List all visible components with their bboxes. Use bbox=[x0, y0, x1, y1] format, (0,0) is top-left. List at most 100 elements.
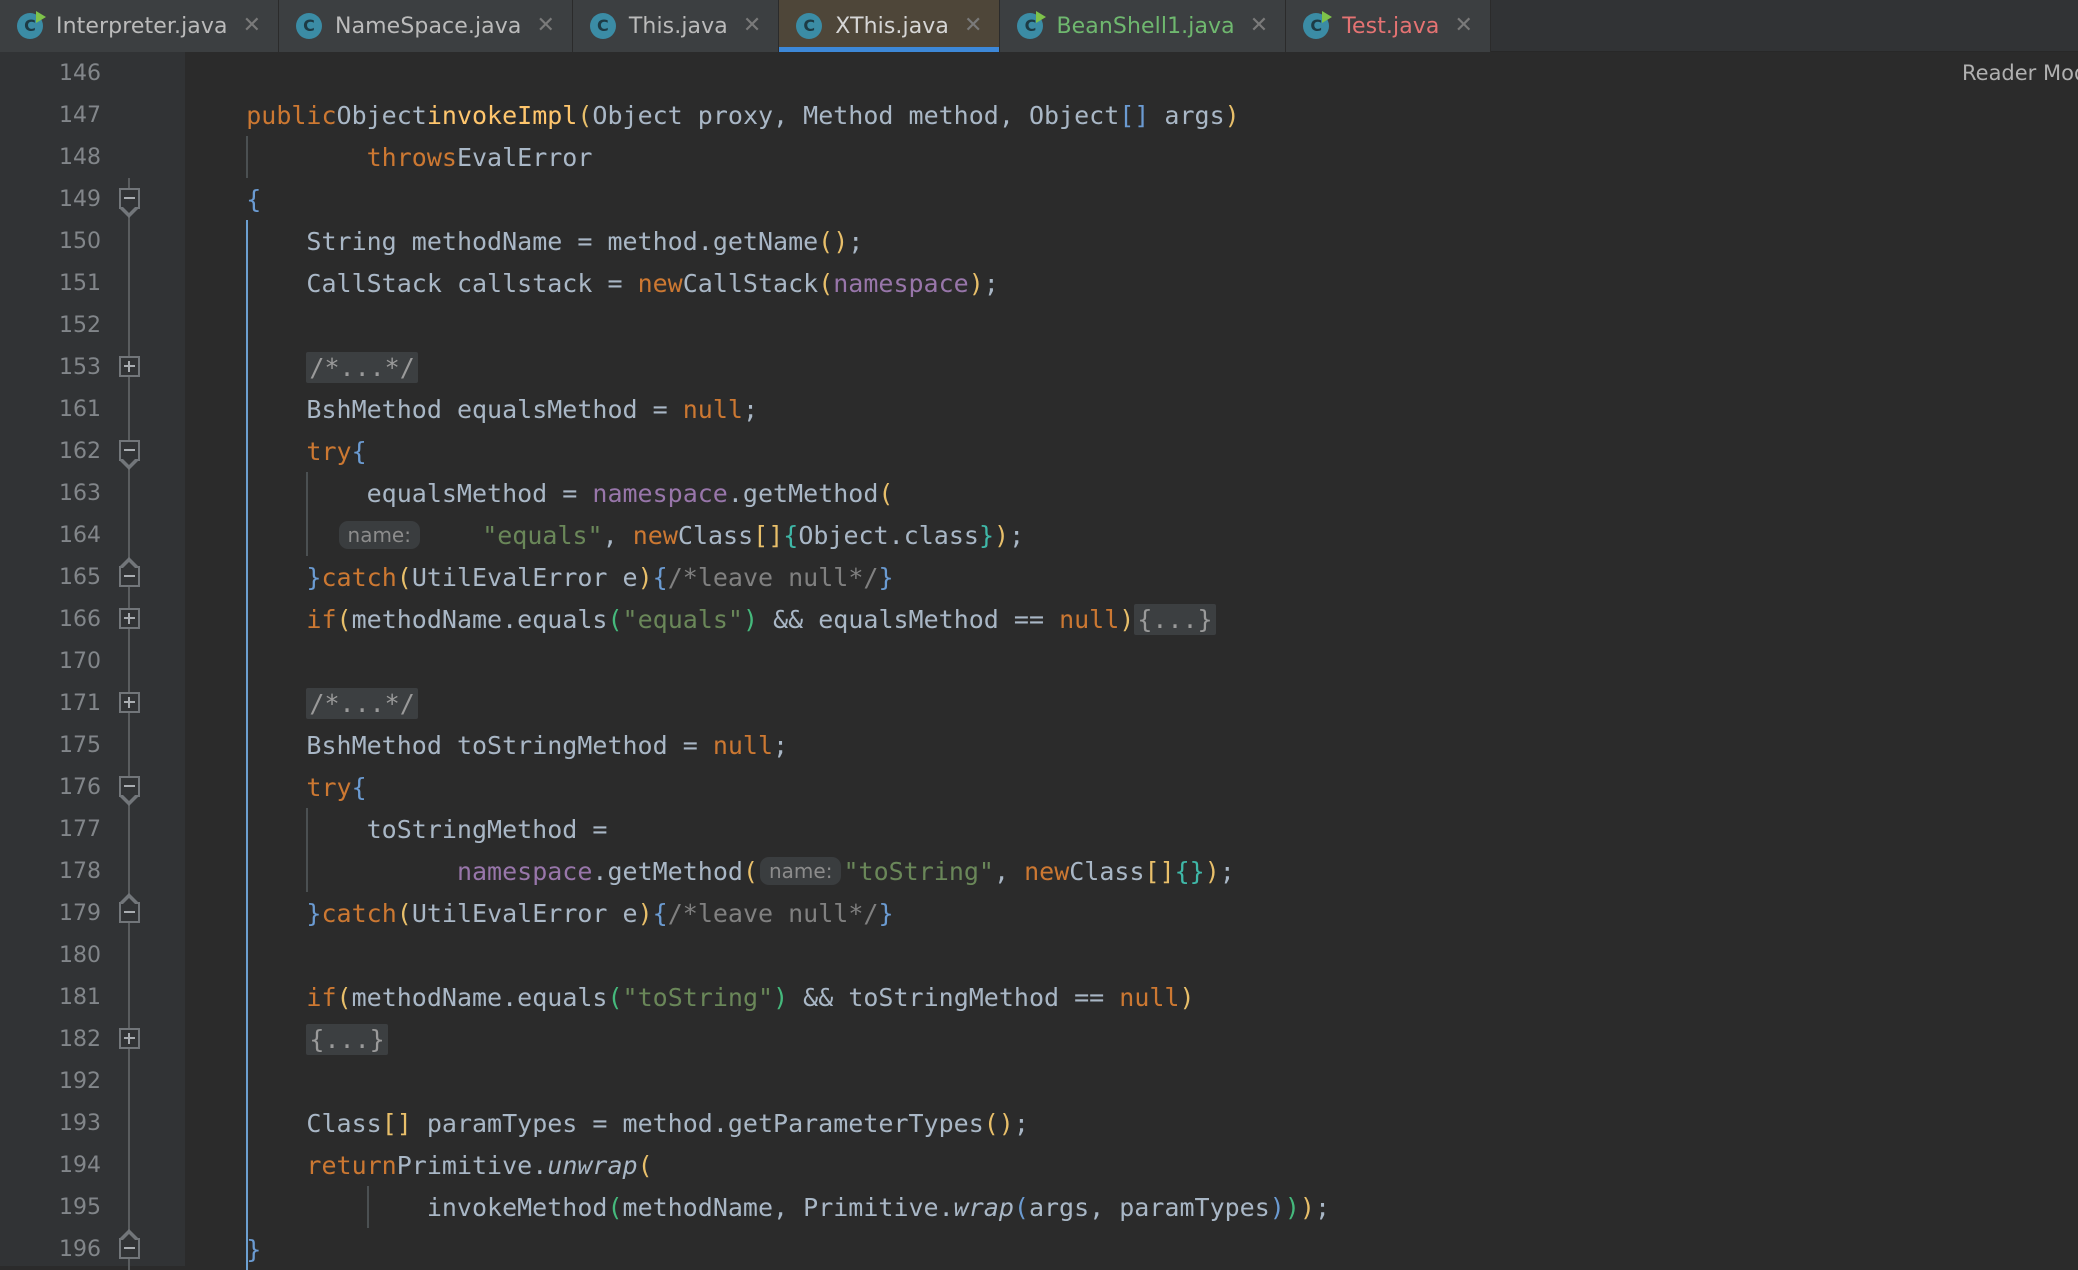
code-text[interactable]: } bbox=[186, 1228, 261, 1270]
line-number[interactable]: 180 bbox=[0, 934, 105, 976]
line-number[interactable]: 170 bbox=[0, 640, 105, 682]
fold-gutter-cell[interactable] bbox=[112, 850, 146, 892]
fold-gutter-cell[interactable] bbox=[112, 94, 146, 136]
line-number[interactable]: 162 bbox=[0, 430, 105, 472]
folded-code-placeholder[interactable]: {...} bbox=[306, 1023, 388, 1055]
fold-expand-icon[interactable] bbox=[119, 356, 140, 377]
line-number[interactable]: 151 bbox=[0, 262, 105, 304]
fold-gutter-cell[interactable] bbox=[112, 304, 146, 346]
code-text[interactable]: {...} bbox=[186, 1018, 388, 1060]
editor-tab-test-java[interactable]: C Test.java ✕ bbox=[1286, 0, 1491, 52]
fold-gutter-cell[interactable] bbox=[112, 682, 146, 724]
folded-code-placeholder[interactable]: /*...*/ bbox=[306, 351, 418, 383]
fold-gutter-cell[interactable] bbox=[112, 1018, 146, 1060]
fold-gutter-cell[interactable] bbox=[112, 136, 146, 178]
line-number[interactable]: 176 bbox=[0, 766, 105, 808]
line-number[interactable]: 165 bbox=[0, 556, 105, 598]
close-icon[interactable]: ✕ bbox=[1455, 15, 1473, 37]
code-text[interactable]: Class[] paramTypes = method. getParameter… bbox=[186, 1102, 1029, 1144]
editor-tab-interpreter-java[interactable]: C Interpreter.java ✕ bbox=[0, 0, 280, 52]
fold-expand-icon[interactable] bbox=[119, 692, 140, 713]
line-number[interactable]: 179 bbox=[0, 892, 105, 934]
fold-gutter-cell[interactable] bbox=[112, 1102, 146, 1144]
code-text[interactable]: /*...*/ bbox=[186, 682, 418, 724]
close-icon[interactable]: ✕ bbox=[536, 15, 554, 37]
editor-tab-xthis-java[interactable]: C XThis.java ✕ bbox=[779, 0, 1001, 52]
fold-collapse-icon[interactable] bbox=[119, 557, 140, 587]
code-text[interactable]: equalsMethod = namespace. getMethod( bbox=[186, 472, 894, 514]
fold-gutter-cell[interactable] bbox=[112, 178, 146, 220]
close-icon[interactable]: ✕ bbox=[964, 15, 982, 37]
code-text[interactable]: invokeMethod(methodName, Primitive. wrap(… bbox=[186, 1186, 1330, 1228]
fold-gutter-cell[interactable] bbox=[112, 346, 146, 388]
close-icon[interactable]: ✕ bbox=[743, 15, 761, 37]
close-icon[interactable]: ✕ bbox=[243, 15, 261, 37]
fold-gutter-cell[interactable] bbox=[112, 472, 146, 514]
fold-gutter-cell[interactable] bbox=[112, 430, 146, 472]
line-number[interactable]: 149 bbox=[0, 178, 105, 220]
line-number[interactable]: 182 bbox=[0, 1018, 105, 1060]
fold-gutter-cell[interactable] bbox=[112, 892, 146, 934]
fold-gutter-cell[interactable] bbox=[112, 1144, 146, 1186]
fold-gutter-cell[interactable] bbox=[112, 976, 146, 1018]
line-number[interactable]: 193 bbox=[0, 1102, 105, 1144]
line-number[interactable]: 164 bbox=[0, 514, 105, 556]
code-text[interactable]: if (methodName. equals("equals") && equal… bbox=[186, 598, 1216, 640]
code-text[interactable]: return Primitive. unwrap( bbox=[186, 1144, 652, 1186]
close-icon[interactable]: ✕ bbox=[1250, 15, 1268, 37]
line-number[interactable]: 153 bbox=[0, 346, 105, 388]
fold-gutter-cell[interactable] bbox=[112, 724, 146, 766]
fold-expand-icon[interactable] bbox=[119, 1028, 140, 1049]
line-number[interactable]: 195 bbox=[0, 1186, 105, 1228]
fold-collapse-icon[interactable] bbox=[119, 776, 140, 806]
code-text[interactable]: try { bbox=[186, 430, 366, 472]
fold-gutter-cell[interactable] bbox=[112, 808, 146, 850]
code-text[interactable]: /*...*/ bbox=[186, 346, 418, 388]
fold-gutter-cell[interactable] bbox=[112, 766, 146, 808]
line-number[interactable]: 181 bbox=[0, 976, 105, 1018]
fold-gutter-cell[interactable] bbox=[112, 388, 146, 430]
line-number[interactable]: 147 bbox=[0, 94, 105, 136]
editor-tab-namespace-java[interactable]: C NameSpace.java ✕ bbox=[279, 0, 573, 52]
fold-gutter-cell[interactable] bbox=[112, 220, 146, 262]
fold-gutter-cell[interactable] bbox=[112, 1228, 146, 1270]
line-number[interactable]: 152 bbox=[0, 304, 105, 346]
code-text[interactable]: throws EvalError bbox=[186, 136, 593, 178]
reader-mode-label[interactable]: Reader Mod bbox=[1952, 52, 2078, 94]
fold-gutter-cell[interactable] bbox=[112, 262, 146, 304]
code-text[interactable]: namespace. getMethod( name: "toString", ne… bbox=[186, 850, 1235, 892]
line-number[interactable]: 161 bbox=[0, 388, 105, 430]
code-text[interactable]: BshMethod equalsMethod = null; bbox=[186, 388, 758, 430]
fold-collapse-icon[interactable] bbox=[119, 188, 140, 218]
fold-expand-icon[interactable] bbox=[119, 608, 140, 629]
fold-collapse-icon[interactable] bbox=[119, 440, 140, 470]
code-text[interactable]: try { bbox=[186, 766, 366, 808]
fold-gutter-cell[interactable] bbox=[112, 934, 146, 976]
line-number[interactable]: 175 bbox=[0, 724, 105, 766]
fold-gutter-cell[interactable] bbox=[112, 514, 146, 556]
editor-tab-beanshell1-java[interactable]: C BeanShell1.java ✕ bbox=[1000, 0, 1287, 52]
code-text[interactable]: CallStack callstack = new CallStack(name… bbox=[186, 262, 998, 304]
code-text[interactable]: BshMethod toStringMethod = null; bbox=[186, 724, 788, 766]
line-number[interactable]: 177 bbox=[0, 808, 105, 850]
editor-tab-this-java[interactable]: C This.java ✕ bbox=[572, 0, 780, 52]
line-number[interactable]: 194 bbox=[0, 1144, 105, 1186]
line-number[interactable]: 163 bbox=[0, 472, 105, 514]
code-editor[interactable]: 146 147 public Object invokeImpl(Object p… bbox=[0, 52, 2078, 1270]
line-number[interactable]: 171 bbox=[0, 682, 105, 724]
line-number[interactable]: 150 bbox=[0, 220, 105, 262]
line-number[interactable]: 146 bbox=[0, 52, 105, 94]
code-text[interactable]: } catch (UtilEvalError e) {/*leave null*… bbox=[186, 556, 893, 598]
line-number[interactable]: 192 bbox=[0, 1060, 105, 1102]
fold-gutter-cell[interactable] bbox=[112, 1186, 146, 1228]
code-text[interactable]: name: "equals", new Class[]{Object. class… bbox=[186, 514, 1024, 556]
fold-collapse-icon[interactable] bbox=[119, 1229, 140, 1259]
code-text[interactable]: { bbox=[186, 178, 261, 220]
line-number[interactable]: 166 bbox=[0, 598, 105, 640]
code-text[interactable]: String methodName = method. getName(); bbox=[186, 220, 863, 262]
fold-gutter-cell[interactable] bbox=[112, 598, 146, 640]
line-number[interactable]: 196 bbox=[0, 1228, 105, 1270]
code-text[interactable]: public Object invokeImpl(Object proxy, M… bbox=[186, 94, 1239, 136]
fold-gutter-cell[interactable] bbox=[112, 1060, 146, 1102]
line-number[interactable]: 148 bbox=[0, 136, 105, 178]
